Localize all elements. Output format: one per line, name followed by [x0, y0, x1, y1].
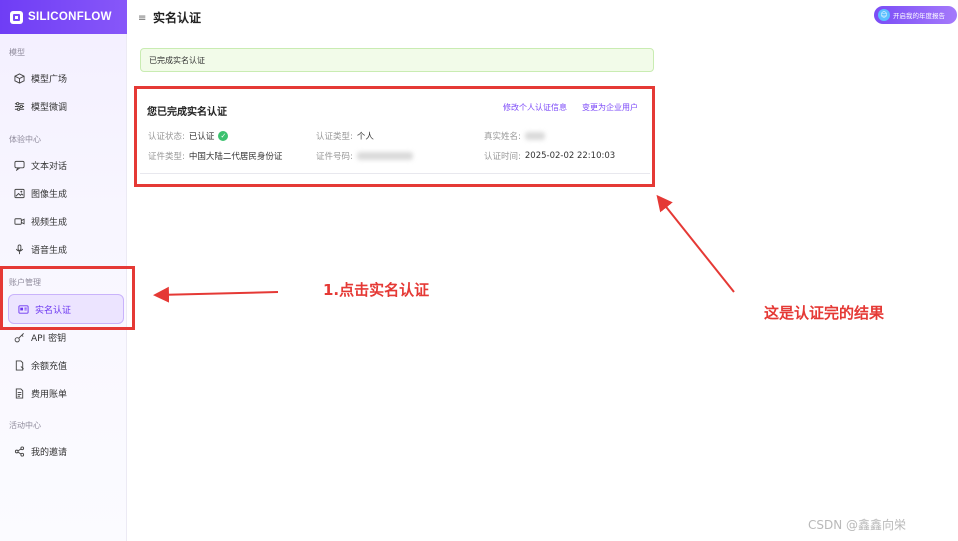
arrow-to-result [656, 194, 735, 293]
step-annotation: 1.点击实名认证 [323, 281, 430, 299]
result-annotation: 这是认证完的结果 [764, 304, 885, 322]
watermark: CSDN @鑫鑫向栄 [808, 518, 907, 532]
arrow-to-nav [153, 286, 279, 303]
annotation-arrows [153, 194, 735, 303]
